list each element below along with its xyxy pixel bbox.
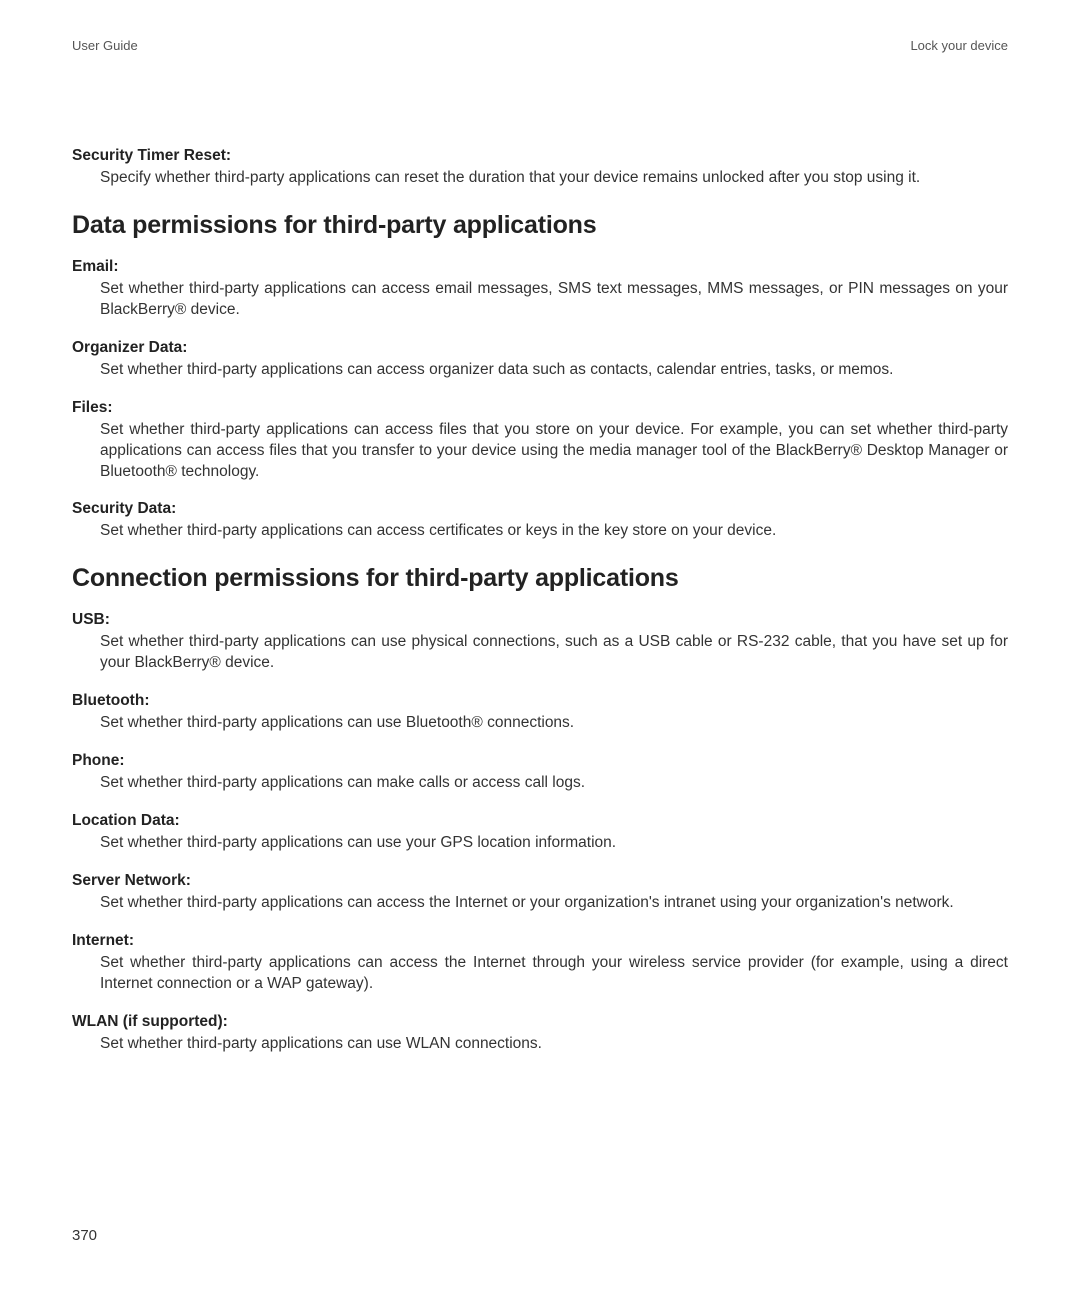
- desc-usb: Set whether third-party applications can…: [100, 632, 1008, 674]
- header-right: Lock your device: [910, 38, 1008, 53]
- desc-server-network: Set whether third-party applications can…: [100, 893, 1008, 914]
- block-wlan: WLAN (if supported): Set whether third-p…: [72, 1013, 1008, 1055]
- heading-data-permissions: Data permissions for third-party applica…: [72, 211, 1008, 240]
- desc-files: Set whether third-party applications can…: [100, 420, 1008, 483]
- desc-bluetooth: Set whether third-party applications can…: [100, 713, 1008, 734]
- desc-wlan: Set whether third-party applications can…: [100, 1034, 1008, 1055]
- term-bluetooth: Bluetooth:: [72, 692, 1008, 710]
- term-usb: USB:: [72, 611, 1008, 629]
- term-organizer-data: Organizer Data:: [72, 339, 1008, 357]
- header-left: User Guide: [72, 38, 138, 53]
- term-server-network: Server Network:: [72, 872, 1008, 890]
- page-header: User Guide Lock your device: [72, 38, 1008, 53]
- desc-organizer-data: Set whether third-party applications can…: [100, 360, 1008, 381]
- desc-internet: Set whether third-party applications can…: [100, 953, 1008, 995]
- desc-email: Set whether third-party applications can…: [100, 279, 1008, 321]
- block-server-network: Server Network: Set whether third-party …: [72, 872, 1008, 914]
- block-organizer-data: Organizer Data: Set whether third-party …: [72, 339, 1008, 381]
- term-security-timer-reset: Security Timer Reset:: [72, 147, 1008, 165]
- desc-location-data: Set whether third-party applications can…: [100, 833, 1008, 854]
- block-security-timer-reset: Security Timer Reset: Specify whether th…: [72, 147, 1008, 189]
- term-wlan: WLAN (if supported):: [72, 1013, 1008, 1031]
- desc-security-timer-reset: Specify whether third-party applications…: [100, 168, 1008, 189]
- term-email: Email:: [72, 258, 1008, 276]
- term-files: Files:: [72, 399, 1008, 417]
- block-email: Email: Set whether third-party applicati…: [72, 258, 1008, 321]
- block-security-data: Security Data: Set whether third-party a…: [72, 500, 1008, 542]
- term-internet: Internet:: [72, 932, 1008, 950]
- block-location-data: Location Data: Set whether third-party a…: [72, 812, 1008, 854]
- block-internet: Internet: Set whether third-party applic…: [72, 932, 1008, 995]
- desc-security-data: Set whether third-party applications can…: [100, 521, 1008, 542]
- term-phone: Phone:: [72, 752, 1008, 770]
- block-files: Files: Set whether third-party applicati…: [72, 399, 1008, 483]
- term-security-data: Security Data:: [72, 500, 1008, 518]
- block-bluetooth: Bluetooth: Set whether third-party appli…: [72, 692, 1008, 734]
- term-location-data: Location Data:: [72, 812, 1008, 830]
- heading-connection-permissions: Connection permissions for third-party a…: [72, 564, 1008, 593]
- page-number: 370: [72, 1227, 97, 1244]
- block-usb: USB: Set whether third-party application…: [72, 611, 1008, 674]
- block-phone: Phone: Set whether third-party applicati…: [72, 752, 1008, 794]
- desc-phone: Set whether third-party applications can…: [100, 773, 1008, 794]
